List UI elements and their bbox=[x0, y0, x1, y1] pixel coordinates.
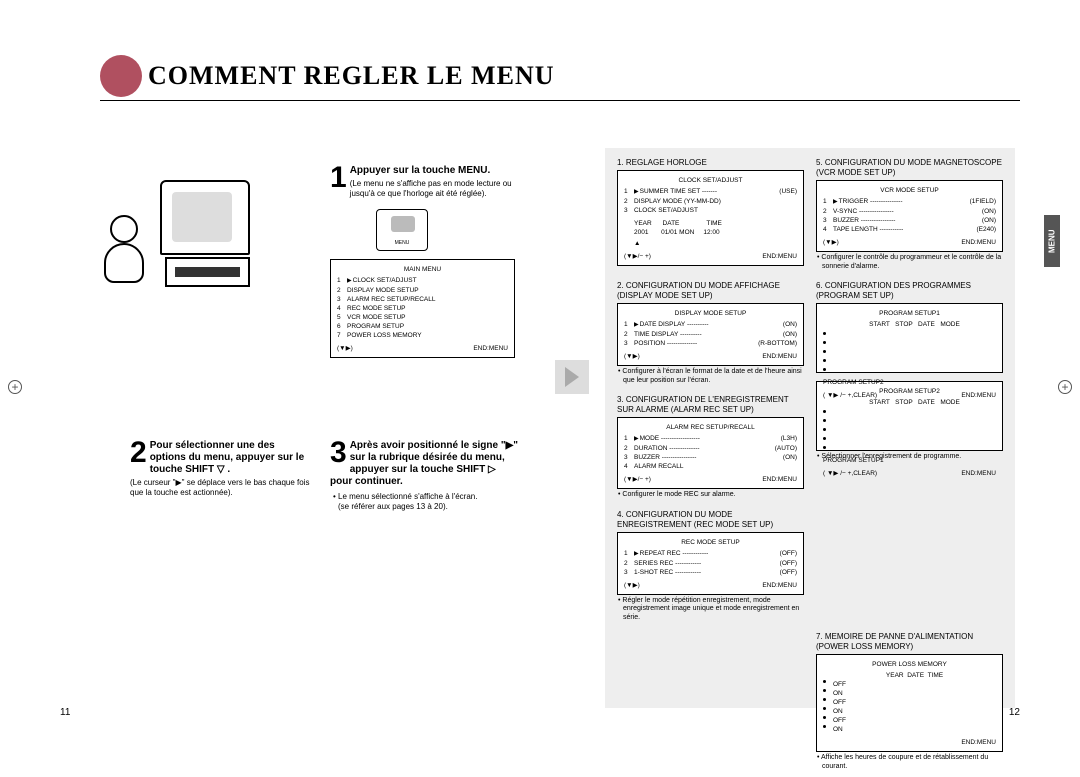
page-title: COMMENT REGLER LE MENU bbox=[148, 61, 555, 91]
page-number-right: 12 bbox=[1009, 707, 1020, 718]
remote-menu-button-icon: MENU bbox=[376, 209, 428, 251]
arrow-right-icon bbox=[555, 360, 589, 394]
step-2-heading: Pour sélectionner une des options du men… bbox=[150, 440, 304, 475]
header-circle bbox=[100, 55, 142, 97]
menu-summary-panel: 1. REGLAGE HORLOGE CLOCK SET/ADJUST 1SUM… bbox=[605, 148, 1015, 708]
alarm-rec-osd: ALARM REC SETUP/RECALL 1MODE -----------… bbox=[617, 417, 804, 489]
step-2: 2 Pour sélectionner une des options du m… bbox=[130, 440, 310, 498]
step-3-bullet-1: • Le menu sélectionné s'affiche à l'écra… bbox=[330, 492, 520, 502]
section-5: 5. CONFIGURATION DU MODE MAGNETOSCOPE (V… bbox=[816, 158, 1003, 277]
registration-mark-right bbox=[1058, 380, 1072, 394]
section-2: 2. CONFIGURATION DU MODE AFFICHAGE (DISP… bbox=[617, 281, 804, 391]
side-tab-menu: MENU bbox=[1044, 215, 1060, 267]
section-6: 6. CONFIGURATION DES PROGRAMMES (PROGRAM… bbox=[816, 281, 1003, 628]
step-3-bullet-2: (se référer aux pages 13 à 20). bbox=[330, 502, 520, 512]
vcr-mode-osd: VCR MODE SETUP 1TRIGGER ---------------(… bbox=[816, 180, 1003, 252]
power-loss-osd: POWER LOSS MEMORY YEAR DATE TIME OFFONOF… bbox=[816, 654, 1003, 752]
step-2-subtext: (Le curseur "▶" se déplace vers le bas c… bbox=[130, 478, 310, 498]
display-mode-osd: DISPLAY MODE SETUP 1DATE DISPLAY -------… bbox=[617, 303, 804, 366]
step-3-number: 3 bbox=[330, 440, 347, 466]
step-3: 3 Après avoir positionné le signe "▶" su… bbox=[330, 440, 520, 512]
section-1: 1. REGLAGE HORLOGE CLOCK SET/ADJUST 1SUM… bbox=[617, 158, 804, 277]
program-setup1-osd: PROGRAM SETUP1 START STOP DATE MODE PROG… bbox=[816, 303, 1003, 373]
section-4: 4. CONFIGURATION DU MODE ENREGISTREMENT … bbox=[617, 510, 804, 629]
header-rule bbox=[100, 100, 1020, 101]
registration-mark-left bbox=[8, 380, 22, 394]
step-1-number: 1 bbox=[330, 165, 347, 191]
illustration-tv-user bbox=[90, 175, 260, 305]
section-7: 7. MEMOIRE DE PANNE D'ALIMENTATION (POWE… bbox=[816, 632, 1003, 777]
step-1-heading: Appuyer sur la touche MENU. bbox=[350, 165, 491, 176]
main-menu-osd: MAIN MENU 1CLOCK SET/ADJUST2DISPLAY MODE… bbox=[330, 259, 515, 358]
rec-mode-osd: REC MODE SETUP 1REPEAT REC ------------(… bbox=[617, 532, 804, 595]
step-1-subtext: (Le menu ne s'affiche pas en mode lectur… bbox=[330, 179, 515, 199]
page-number-left: 11 bbox=[60, 707, 70, 718]
step-3-heading: Après avoir positionné le signe "▶" sur … bbox=[330, 440, 518, 487]
step-2-number: 2 bbox=[130, 440, 147, 466]
clock-set-osd: CLOCK SET/ADJUST 1SUMMER TIME SET ------… bbox=[617, 170, 804, 266]
step-1: 1 Appuyer sur la touche MENU. (Le menu n… bbox=[330, 165, 515, 358]
section-3: 3. CONFIGURATION DE L'ENREGISTREMENT SUR… bbox=[617, 395, 804, 506]
